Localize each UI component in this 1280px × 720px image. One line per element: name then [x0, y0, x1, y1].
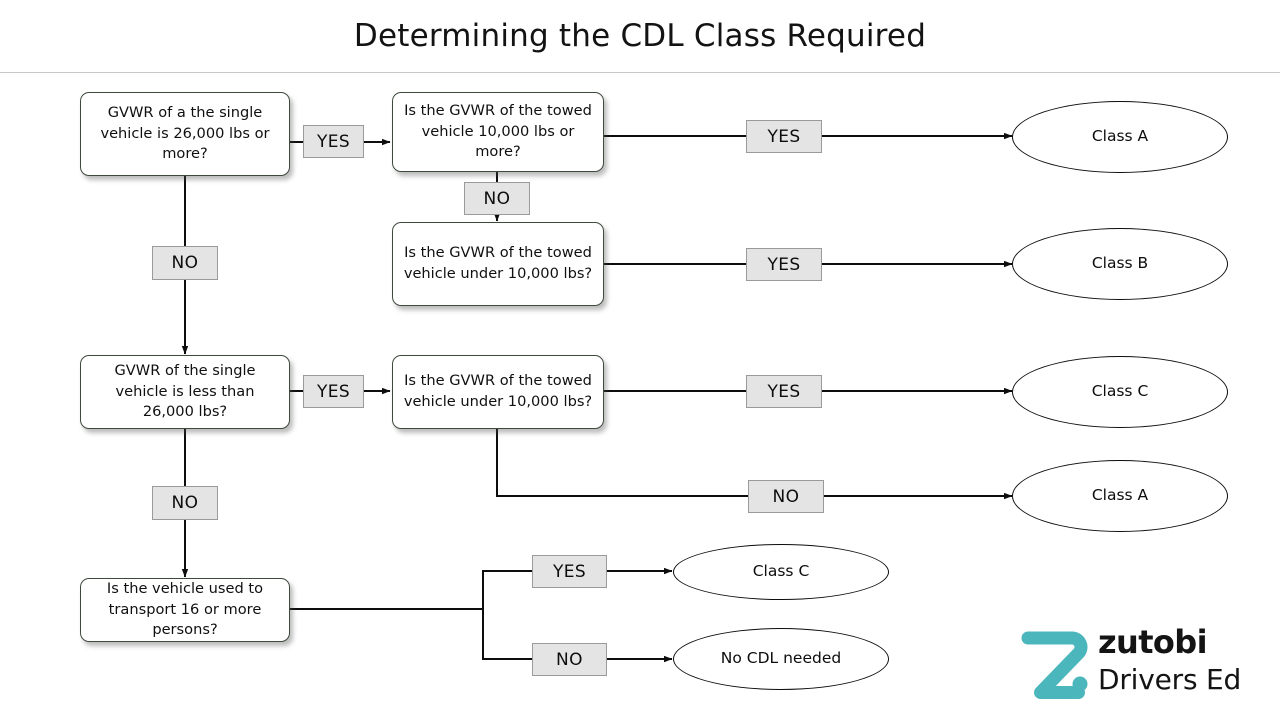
result-class-a-top[interactable]: Class A	[1012, 101, 1228, 173]
result-class-b[interactable]: Class B	[1012, 228, 1228, 300]
zutobi-logo: zutobi Drivers Ed	[1018, 622, 1264, 708]
result-class-c-bottom[interactable]: Class C	[673, 544, 889, 600]
decision-box-towed-under-10000-a[interactable]: Is the GVWR of the towed vehicle under 1…	[392, 222, 604, 306]
edge-label-yes-5: YES	[746, 375, 822, 408]
edge-label-yes-3: YES	[746, 248, 822, 281]
zutobi-z-mark-icon	[1021, 631, 1088, 699]
edge-label-no-5: NO	[748, 480, 824, 513]
edge-label-yes-2: YES	[746, 120, 822, 153]
logo-tagline: Drivers Ed	[1098, 663, 1242, 696]
edge-label-no-4: NO	[152, 486, 218, 520]
decision-box-gvwr-single-26000[interactable]: GVWR of a the single vehicle is 26,000 l…	[80, 92, 290, 176]
logo-name: zutobi	[1098, 623, 1208, 661]
result-no-cdl-needed[interactable]: No CDL needed	[673, 628, 889, 690]
edge-label-no-1: NO	[152, 246, 218, 280]
decision-box-towed-10000-or-more[interactable]: Is the GVWR of the towed vehicle 10,000 …	[392, 92, 604, 172]
edge-label-no-6: NO	[532, 643, 607, 676]
result-class-c-mid[interactable]: Class C	[1012, 356, 1228, 428]
result-class-a-bottom[interactable]: Class A	[1012, 460, 1228, 532]
edge-label-yes-4: YES	[303, 375, 364, 408]
decision-box-gvwr-single-less-26000[interactable]: GVWR of the single vehicle is less than …	[80, 355, 290, 429]
decision-box-transport-16-persons[interactable]: Is the vehicle used to transport 16 or m…	[80, 578, 290, 642]
edge-label-no-2: NO	[464, 182, 530, 215]
flowchart-canvas: Determining the CDL Class Required GVWR …	[0, 0, 1280, 720]
edge-label-yes-6: YES	[532, 555, 607, 588]
decision-box-towed-under-10000-b[interactable]: Is the GVWR of the towed vehicle under 1…	[392, 355, 604, 429]
zutobi-wordmark: zutobi Drivers Ed	[1098, 622, 1264, 708]
edge-label-yes-1: YES	[303, 125, 364, 158]
